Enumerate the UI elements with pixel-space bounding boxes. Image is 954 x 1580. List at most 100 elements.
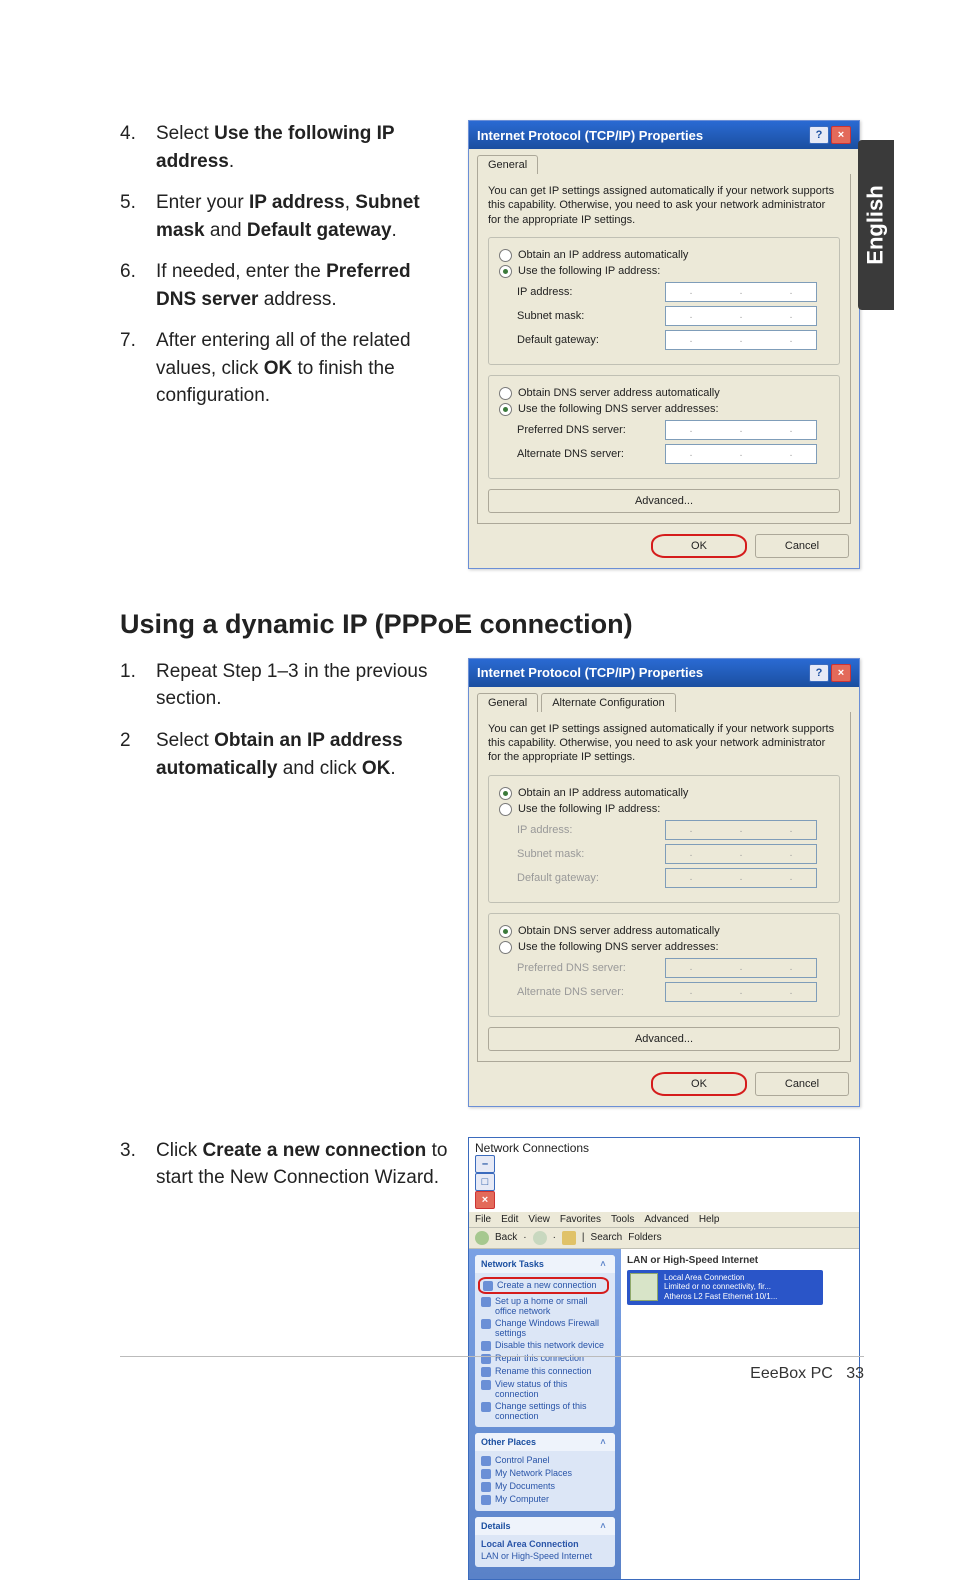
help-icon[interactable]: ? (809, 664, 829, 682)
alternate-dns-field: ... (665, 982, 817, 1002)
radio-auto-ip[interactable] (499, 249, 512, 262)
preferred-dns-field[interactable]: ... (665, 420, 817, 440)
forward-icon[interactable] (533, 1231, 547, 1245)
panel-title-tasks: Network Tasks (481, 1259, 544, 1269)
menu-item[interactable]: View (528, 1214, 550, 1225)
preferred-dns-field: ... (665, 958, 817, 978)
dialog-title: Internet Protocol (TCP/IP) Properties (477, 665, 703, 680)
place-icon (481, 1469, 491, 1479)
task-icon (481, 1297, 491, 1307)
ok-button-highlight: OK (651, 1072, 747, 1096)
step-item: 5.Enter your IP address, Subnet mask and… (120, 189, 450, 244)
sidebar-place-link[interactable]: My Computer (481, 1494, 609, 1505)
task-icon (481, 1319, 491, 1329)
tab-general[interactable]: General (477, 693, 538, 712)
panel-title-other: Other Places (481, 1437, 536, 1447)
tcpip-properties-dialog-dynamic: Internet Protocol (TCP/IP) Properties ? … (468, 658, 860, 1107)
radio-use-dns[interactable] (499, 941, 512, 954)
sidebar-place-link[interactable]: Control Panel (481, 1455, 609, 1466)
menu-item[interactable]: Help (699, 1214, 720, 1225)
maximize-icon[interactable]: □ (475, 1173, 495, 1191)
window-titlebar: Network Connections – □ × (469, 1138, 859, 1212)
menu-item[interactable]: Favorites (560, 1214, 601, 1225)
language-tab: English (858, 140, 894, 310)
section-heading: Using a dynamic IP (PPPoE connection) (120, 609, 864, 640)
section-header-lan: LAN or High-Speed Internet (627, 1255, 853, 1266)
sidebar-task-link[interactable]: Change Windows Firewall settings (481, 1318, 609, 1338)
folders-button[interactable]: Folders (628, 1232, 661, 1243)
close-icon[interactable]: × (831, 126, 851, 144)
step-item: 6.If needed, enter the Preferred DNS ser… (120, 258, 450, 313)
advanced-button[interactable]: Advanced... (488, 1027, 840, 1051)
lan-connection-item[interactable]: Local Area Connection Limited or no conn… (627, 1270, 823, 1305)
nic-icon (630, 1273, 658, 1301)
close-icon[interactable]: × (831, 664, 851, 682)
menu-item[interactable]: Advanced (644, 1214, 688, 1225)
back-icon[interactable] (475, 1231, 489, 1245)
tcpip-properties-dialog-static: Internet Protocol (TCP/IP) Properties ? … (468, 120, 860, 569)
step-item: 1.Repeat Step 1–3 in the previous sectio… (120, 658, 450, 713)
place-icon (481, 1495, 491, 1505)
static-ip-steps: 4.Select Use the following IP address. 5.… (120, 120, 450, 569)
task-icon (481, 1402, 491, 1412)
toolbar[interactable]: Back · · | Search Folders (469, 1228, 859, 1249)
tab-general[interactable]: General (477, 155, 538, 174)
advanced-button[interactable]: Advanced... (488, 489, 840, 513)
menu-item[interactable]: Edit (501, 1214, 518, 1225)
close-icon[interactable]: × (475, 1191, 495, 1209)
task-icon (483, 1281, 493, 1291)
radio-auto-ip[interactable] (499, 787, 512, 800)
menubar[interactable]: File Edit View Favorites Tools Advanced Help (469, 1212, 859, 1228)
create-new-connection-link[interactable]: Create a new connection (478, 1277, 609, 1294)
step-item: 7.After entering all of the related valu… (120, 327, 450, 410)
page-footer: EeeBox PC 33 (120, 1356, 864, 1383)
panel-title-details: Details (481, 1521, 511, 1531)
ip-address-field: ... (665, 820, 817, 840)
subnet-mask-field[interactable]: ... (665, 306, 817, 326)
default-gateway-field[interactable]: ... (665, 330, 817, 350)
minimize-icon[interactable]: – (475, 1155, 495, 1173)
default-gateway-field: ... (665, 868, 817, 888)
sidebar-place-link[interactable]: My Network Places (481, 1468, 609, 1479)
up-icon[interactable] (562, 1231, 576, 1245)
radio-use-ip[interactable] (499, 265, 512, 278)
help-icon[interactable]: ? (809, 126, 829, 144)
ok-button-highlight: OK (651, 534, 747, 558)
window-title: Network Connections (475, 1141, 589, 1155)
ok-button[interactable]: OK (653, 536, 745, 556)
place-icon (481, 1482, 491, 1492)
dialog-description: You can get IP settings assigned automat… (488, 722, 840, 765)
menu-item[interactable]: File (475, 1214, 491, 1225)
radio-auto-dns[interactable] (499, 925, 512, 938)
sidebar: Network Tasks ˄ Create a new connection Se… (469, 1249, 621, 1579)
chevron-up-icon[interactable]: ˄ (597, 1258, 609, 1270)
step-item: 3.Click Create a new connection to start… (120, 1137, 450, 1192)
menu-item[interactable]: Tools (611, 1214, 634, 1225)
step-item: 2Select Obtain an IP address automatical… (120, 727, 450, 782)
ok-button[interactable]: OK (653, 1074, 745, 1094)
sidebar-task-link[interactable]: Disable this network device (481, 1340, 609, 1351)
ip-address-field[interactable]: ... (665, 282, 817, 302)
task-icon (481, 1341, 491, 1351)
radio-use-dns[interactable] (499, 403, 512, 416)
dialog-titlebar: Internet Protocol (TCP/IP) Properties ? … (469, 121, 859, 149)
subnet-mask-field: ... (665, 844, 817, 864)
radio-use-ip[interactable] (499, 803, 512, 816)
details-text: Local Area Connection (481, 1539, 609, 1549)
dialog-titlebar: Internet Protocol (TCP/IP) Properties ? … (469, 659, 859, 687)
cancel-button[interactable]: Cancel (755, 534, 849, 558)
sidebar-task-link[interactable]: Change settings of this connection (481, 1401, 609, 1421)
details-text: LAN or High-Speed Internet (481, 1551, 609, 1561)
tab-alternate[interactable]: Alternate Configuration (541, 693, 676, 712)
chevron-up-icon[interactable]: ˄ (597, 1520, 609, 1532)
step-item: 4.Select Use the following IP address. (120, 120, 450, 175)
place-icon (481, 1456, 491, 1466)
alternate-dns-field[interactable]: ... (665, 444, 817, 464)
sidebar-place-link[interactable]: My Documents (481, 1481, 609, 1492)
sidebar-task-link[interactable]: Set up a home or small office network (481, 1296, 609, 1316)
cancel-button[interactable]: Cancel (755, 1072, 849, 1096)
radio-auto-dns[interactable] (499, 387, 512, 400)
dynamic-ip-steps: 1.Repeat Step 1–3 in the previous sectio… (120, 658, 450, 1107)
dialog-description: You can get IP settings assigned automat… (488, 184, 840, 227)
search-button[interactable]: Search (591, 1232, 623, 1243)
